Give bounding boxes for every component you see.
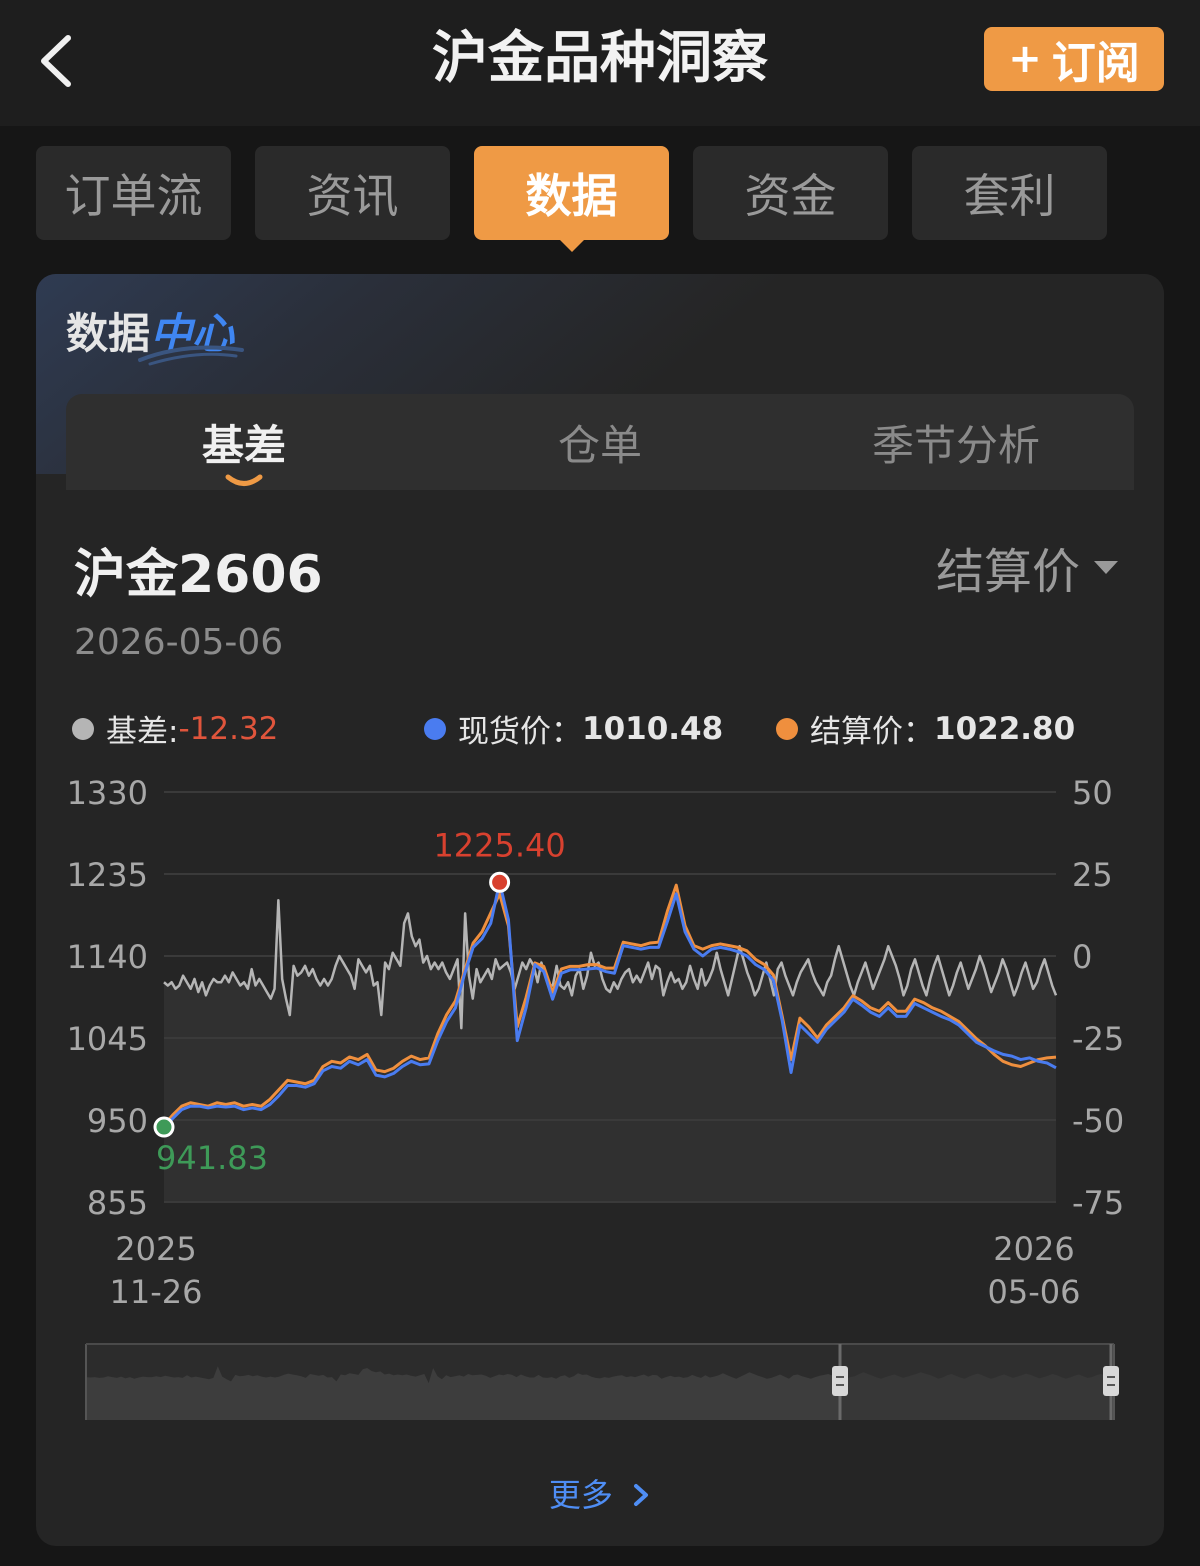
y-left-tick-label: 1140	[67, 938, 148, 976]
x-tick-label-date: 05-06	[988, 1273, 1081, 1311]
subscribe-button[interactable]: + 订阅	[984, 27, 1164, 91]
chevron-left-icon	[41, 35, 71, 87]
y-left-tick-label: 1235	[67, 856, 148, 894]
y-right-tick-label: 0	[1072, 938, 1092, 976]
y-left-tick-label: 855	[87, 1184, 148, 1222]
data-center-card: 数据中心 基差 仓单 季节分析 沪金2606 结算价 2026-05-06 基差…	[36, 274, 1164, 1546]
tab-funds[interactable]: 资金	[693, 146, 888, 240]
chevron-right-icon	[634, 1484, 649, 1506]
tab-arbitrage[interactable]: 套利	[912, 146, 1107, 240]
back-button[interactable]	[30, 28, 80, 94]
y-right-tick-label: -75	[1072, 1184, 1124, 1222]
min-point-marker	[153, 1116, 175, 1138]
range-slider-selection	[840, 1344, 1114, 1420]
y-right-tick-label: -25	[1072, 1020, 1124, 1058]
plus-icon: +	[1008, 36, 1042, 82]
range-end-handle[interactable]	[1103, 1366, 1119, 1396]
y-right-tick-label: -50	[1072, 1102, 1124, 1140]
x-tick-label-year: 2025	[115, 1230, 196, 1268]
tab-news[interactable]: 资讯	[255, 146, 450, 240]
y-left-tick-label: 1045	[67, 1020, 148, 1058]
x-tick-label-year: 2026	[993, 1230, 1074, 1268]
more-label: 更多	[548, 1476, 613, 1514]
x-tick-label-date: 11-26	[110, 1273, 203, 1311]
range-start-handle[interactable]	[832, 1366, 848, 1396]
tab-order-flow[interactable]: 订单流	[36, 146, 231, 240]
basis-chart[interactable]: 1330 50 1235 25 1140 0 1045 -25 950 -50 855 -75 2025…	[36, 274, 1164, 1454]
tab-data[interactable]: 数据	[474, 146, 669, 252]
y-right-tick-label: 25	[1072, 856, 1113, 894]
y-right-tick-label: 50	[1072, 774, 1113, 812]
min-point-label: 941.83	[156, 1139, 268, 1177]
max-point-marker	[489, 871, 511, 893]
top-nav-bar: 沪金品种洞察 + 订阅	[0, 0, 1200, 126]
y-left-tick-label: 950	[87, 1102, 148, 1140]
more-link[interactable]: 更多	[36, 1470, 1164, 1516]
basis-area	[164, 900, 1056, 1202]
max-point-label: 1225.40	[433, 826, 565, 864]
subscribe-label: 订阅	[1051, 38, 1140, 89]
y-left-tick-label: 1330	[67, 774, 148, 812]
